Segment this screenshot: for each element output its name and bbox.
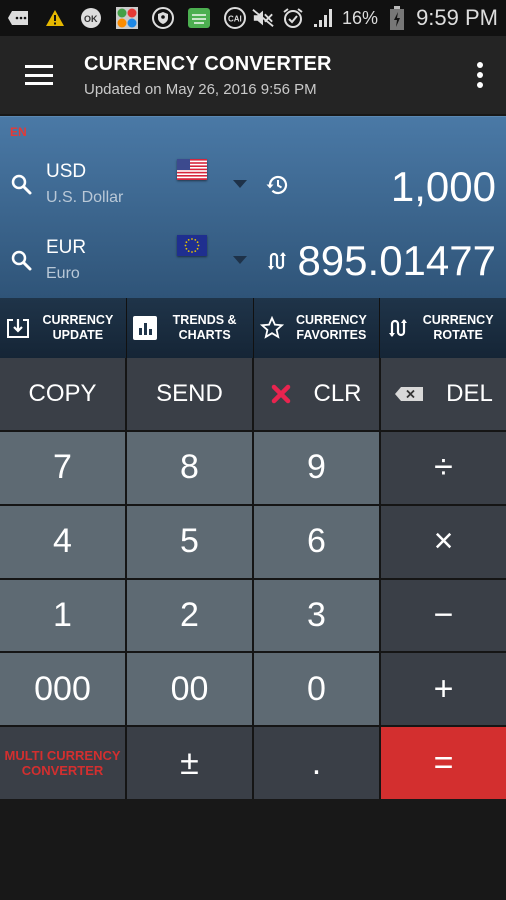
- keyboard-icon: [188, 7, 210, 29]
- key-8[interactable]: 8: [127, 431, 252, 504]
- key-7[interactable]: 7: [0, 431, 125, 504]
- multi-currency-converter-button[interactable]: MULTI CURRENCY CONVERTER: [0, 727, 125, 799]
- action-label: CHARTS: [178, 328, 231, 342]
- last-updated: Updated on May 26, 2016 9:56 PM: [84, 80, 317, 98]
- delete-label: DEL: [446, 379, 493, 407]
- warning-icon: [44, 7, 66, 29]
- swap-icon[interactable]: [265, 249, 289, 273]
- key-divide[interactable]: ÷: [381, 431, 506, 504]
- key-4[interactable]: 4: [0, 505, 125, 578]
- action-label: TRENDS &: [172, 313, 237, 327]
- keypad: COPY SEND CLR DEL 7 8 9 ÷ 4 5 6 × 1 2 3 …: [0, 358, 506, 799]
- overflow-menu-button[interactable]: [454, 36, 506, 114]
- to-currency-dropdown[interactable]: [233, 256, 247, 264]
- delete-button[interactable]: DEL: [381, 358, 506, 430]
- history-icon[interactable]: [265, 173, 289, 197]
- signal-icon: [312, 7, 334, 29]
- key-multiply[interactable]: ×: [381, 505, 506, 578]
- action-label: UPDATE: [52, 328, 104, 342]
- bar-chart-icon: [132, 316, 157, 340]
- key-9[interactable]: 9: [254, 431, 379, 504]
- multi-label-line2: CONVERTER: [21, 763, 104, 779]
- action-label: FAVORITES: [296, 328, 367, 342]
- search-icon[interactable]: [10, 173, 34, 197]
- currency-rotate-button[interactable]: CURRENCY ROTATE: [380, 298, 506, 358]
- key-3[interactable]: 3: [254, 579, 379, 652]
- clear-label: CLR: [313, 379, 362, 407]
- battery-percent: 16%: [342, 7, 379, 28]
- us-flag-icon[interactable]: [177, 159, 207, 180]
- app-title: CURRENCY CONVERTER: [84, 52, 332, 75]
- send-button[interactable]: SEND: [127, 358, 252, 430]
- clock: 9:59 PM: [416, 5, 498, 30]
- svg-text:CAI: CAI: [228, 15, 242, 24]
- chat-bubble-icon: [8, 7, 30, 29]
- action-label: CURRENCY: [422, 313, 494, 327]
- key-plus-minus[interactable]: ±: [127, 727, 252, 799]
- cai-icon: CAI: [224, 7, 246, 29]
- to-currency-name[interactable]: Euro: [46, 265, 80, 283]
- language-indicator[interactable]: EN: [10, 125, 27, 139]
- star-icon: [259, 316, 284, 340]
- eu-flag-icon[interactable]: [177, 235, 207, 256]
- clear-x-icon: [271, 384, 291, 404]
- to-amount[interactable]: 895.01477: [297, 237, 496, 285]
- copy-button[interactable]: COPY: [0, 358, 125, 430]
- from-currency-dropdown[interactable]: [233, 180, 247, 188]
- key-1[interactable]: 1: [0, 579, 125, 652]
- action-label: CURRENCY: [295, 313, 367, 327]
- to-currency-row: EUR Euro 895.01477: [0, 225, 506, 301]
- trends-charts-button[interactable]: TRENDS & CHARTS: [126, 298, 253, 358]
- key-minus[interactable]: −: [381, 579, 506, 652]
- action-label: ROTATE: [433, 328, 483, 342]
- key-2[interactable]: 2: [127, 579, 252, 652]
- vpn-shield-icon: [152, 7, 174, 29]
- from-currency-row: USD U.S. Dollar 1,000: [0, 149, 506, 225]
- download-icon: [6, 316, 30, 340]
- multi-label-line1: MULTI CURRENCY: [4, 748, 121, 764]
- action-toolbar: CURRENCY UPDATE TRENDS & CHARTS CURRENCY FA…: [0, 298, 506, 358]
- battery-charging-icon: [386, 6, 408, 30]
- menu-button[interactable]: [0, 36, 78, 114]
- key-0[interactable]: 0: [254, 653, 379, 726]
- key-5[interactable]: 5: [127, 505, 252, 578]
- mute-icon: [252, 7, 274, 29]
- copy-label: COPY: [28, 379, 97, 407]
- app-bar: CURRENCY CONVERTER Updated on May 26, 20…: [0, 36, 506, 114]
- key-000[interactable]: 000: [0, 653, 125, 726]
- key-6[interactable]: 6: [254, 505, 379, 578]
- svg-text:OK: OK: [84, 14, 98, 24]
- hamburger-icon: [25, 65, 53, 85]
- key-plus[interactable]: +: [381, 653, 506, 726]
- more-vert-icon: [477, 62, 483, 68]
- key-equals[interactable]: =: [381, 727, 506, 799]
- from-currency-name[interactable]: U.S. Dollar: [46, 189, 123, 207]
- rotate-icon: [386, 316, 410, 340]
- to-currency-code[interactable]: EUR: [46, 237, 86, 259]
- from-amount[interactable]: 1,000: [391, 163, 496, 211]
- send-label: SEND: [156, 379, 223, 407]
- alarm-icon: [282, 7, 304, 29]
- converter-panel: EN USD U.S. Dollar 1,000 EUR Euro 895.01…: [0, 116, 506, 298]
- key-decimal[interactable]: .: [254, 727, 379, 799]
- ok-google-icon: OK: [80, 7, 102, 29]
- backspace-icon: [394, 386, 424, 402]
- clear-button[interactable]: CLR: [254, 358, 379, 430]
- status-bar: OK CAI 16% 9:59 PM: [0, 0, 506, 36]
- key-00[interactable]: 00: [127, 653, 252, 726]
- search-icon[interactable]: [10, 249, 34, 273]
- currency-update-button[interactable]: CURRENCY UPDATE: [0, 298, 126, 358]
- currency-app-icon: [116, 7, 138, 29]
- from-currency-code[interactable]: USD: [46, 161, 86, 183]
- action-label: CURRENCY: [42, 313, 114, 327]
- currency-favorites-button[interactable]: CURRENCY FAVORITES: [253, 298, 380, 358]
